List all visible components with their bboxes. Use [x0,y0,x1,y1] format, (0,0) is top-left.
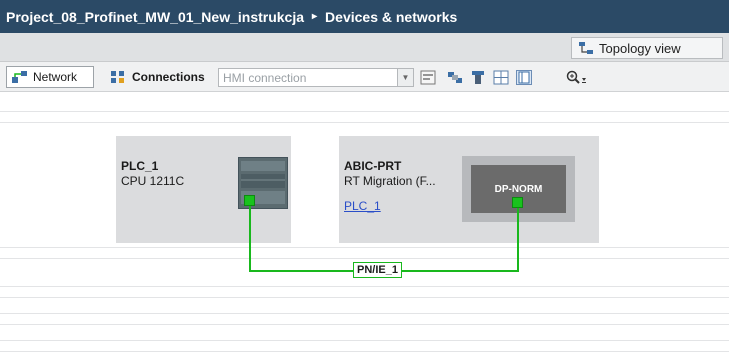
names-icon[interactable] [420,70,436,85]
grid-line [0,111,729,112]
device-plc[interactable]: PLC_1 CPU 1211C [116,136,291,243]
grid-line [0,351,729,352]
profinet-wire[interactable] [517,208,519,272]
connection-type-value: HMI connection [223,70,307,85]
view-tabs-bar: Topology view [0,33,729,62]
device-type: RT Migration (F... [344,174,436,188]
device-abic-prt[interactable]: ABIC-PRT RT Migration (F... PLC_1 DP-NOR… [339,136,599,243]
section-name: Devices & networks [325,8,458,25]
editor-toolbar: Network Connections HMI connection ▼ [0,62,729,92]
network-button-label: Network [33,70,78,84]
profinet-port[interactable] [244,195,255,206]
grid-line [0,247,729,248]
breadcrumb-arrow-icon: ▸ [312,11,318,22]
network-icon [11,70,29,84]
connections-icon [110,70,126,84]
assigned-controller-link[interactable]: PLC_1 [344,199,381,213]
profinet-wire[interactable] [249,206,251,272]
grid-line [0,324,729,325]
connection-type-select[interactable]: HMI connection ▼ [218,68,414,87]
zoom-icon[interactable] [566,70,588,85]
grid-line [0,286,729,287]
grid-icon[interactable] [493,70,509,85]
tab-topology-label: Topology view [599,40,681,56]
grid-line [0,258,729,259]
network-canvas[interactable]: PLC_1 CPU 1211C ABIC-PRT RT Migration (F… [0,93,729,358]
topology-icon [578,41,594,55]
grid-line [0,297,729,298]
grid-line [0,340,729,341]
connections-button[interactable]: Connections [106,66,216,88]
table-icon[interactable] [516,70,532,85]
profinet-port[interactable] [512,197,523,208]
network-button[interactable]: Network [6,66,94,88]
grid-line [0,313,729,314]
device-type: CPU 1211C [121,174,185,188]
subnet-label[interactable]: PN/IE_1 [353,262,402,278]
device-name: ABIC-PRT [344,159,402,173]
device-name: PLC_1 [121,159,159,173]
connections-button-label: Connections [132,70,205,84]
tab-topology-view[interactable]: Topology view [571,37,723,59]
grid-line [0,122,729,123]
device-icon[interactable] [470,70,486,85]
title-bar: Project_08_Profinet_MW_01_New_instrukcja… [0,0,729,33]
plug-icon[interactable] [447,70,463,85]
project-name: Project_08_Profinet_MW_01_New_instrukcja [6,8,305,25]
chevron-down-icon[interactable]: ▼ [397,69,413,86]
